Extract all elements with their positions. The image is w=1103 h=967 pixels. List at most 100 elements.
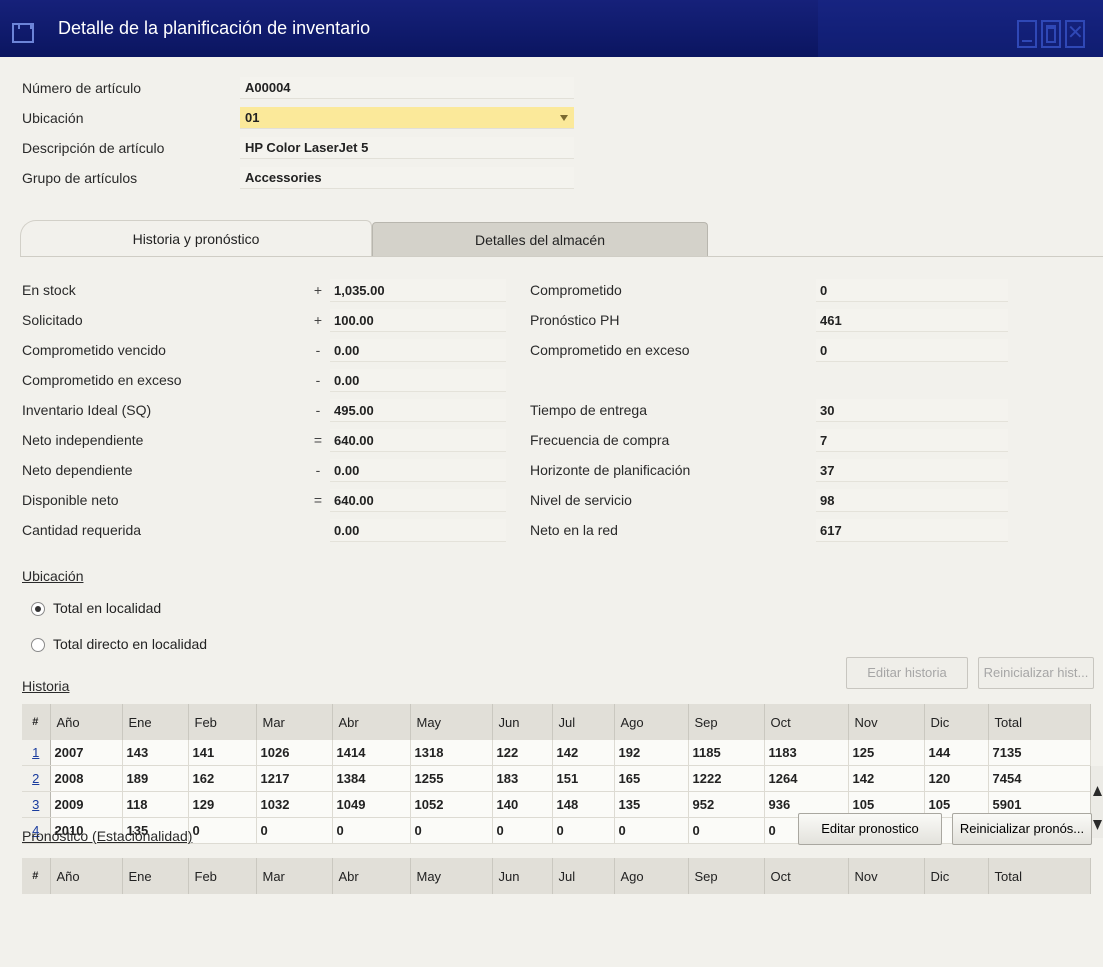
table-row[interactable]: 1 2007 143 141 1026 1414 1318 122 142 192 1185 1183… xyxy=(22,740,1091,766)
table-cell[interactable]: 129 xyxy=(188,791,257,818)
table-cell[interactable]: 142 xyxy=(552,740,615,766)
column-header[interactable]: Ago xyxy=(614,858,689,894)
table-cell[interactable]: 148 xyxy=(552,791,615,818)
column-header[interactable]: May xyxy=(410,858,493,894)
table-cell[interactable]: 1185 xyxy=(688,740,765,766)
table-cell[interactable]: 192 xyxy=(614,740,689,766)
reset-forecast-button[interactable]: Reinicializar pronós... xyxy=(952,813,1092,845)
column-header[interactable]: # xyxy=(22,858,51,894)
column-header[interactable]: Sep xyxy=(688,704,765,740)
row-number-button[interactable]: 3 xyxy=(22,791,51,818)
minimize-icon[interactable] xyxy=(1017,20,1037,48)
column-header[interactable]: Mar xyxy=(256,704,333,740)
table-cell[interactable]: 1032 xyxy=(256,791,333,818)
table-cell[interactable]: 2008 xyxy=(50,765,123,792)
table-cell[interactable]: 189 xyxy=(122,765,189,792)
table-cell[interactable]: 1217 xyxy=(256,765,333,792)
column-header[interactable]: Jun xyxy=(492,858,553,894)
table-cell[interactable]: 162 xyxy=(188,765,257,792)
column-header[interactable]: Jul xyxy=(552,858,615,894)
column-header[interactable]: Total xyxy=(988,704,1091,740)
column-header[interactable]: Dic xyxy=(924,704,989,740)
table-cell[interactable]: 1384 xyxy=(332,765,411,792)
column-header[interactable]: Oct xyxy=(764,704,849,740)
table-cell[interactable]: 183 xyxy=(492,765,553,792)
column-header[interactable]: Jul xyxy=(552,704,615,740)
column-header[interactable]: Ene xyxy=(122,858,189,894)
column-header[interactable]: Nov xyxy=(848,858,925,894)
tab-warehouse-details[interactable]: Detalles del almacén xyxy=(372,222,708,256)
table-cell[interactable]: 143 xyxy=(122,740,189,766)
table-cell[interactable]: 1222 xyxy=(688,765,765,792)
app-menu-icon[interactable] xyxy=(12,23,34,43)
row-number-button[interactable]: 2 xyxy=(22,765,51,792)
table-cell[interactable]: 0 xyxy=(492,817,553,844)
table-cell[interactable]: 135 xyxy=(614,791,689,818)
table-cell[interactable]: 122 xyxy=(492,740,553,766)
column-header[interactable]: Sep xyxy=(688,858,765,894)
table-cell[interactable]: 0 xyxy=(410,817,493,844)
column-header[interactable]: Ago xyxy=(614,704,689,740)
column-header[interactable]: Año xyxy=(50,704,123,740)
table-cell[interactable]: 0 xyxy=(614,817,689,844)
reset-history-button[interactable]: Reinicializar hist... xyxy=(978,657,1094,689)
maximize-icon[interactable] xyxy=(1041,20,1061,48)
scroll-down-icon[interactable] xyxy=(1093,820,1102,830)
column-header[interactable]: Mar xyxy=(256,858,333,894)
table-cell[interactable]: 120 xyxy=(924,765,989,792)
item-group-field[interactable]: Accessories xyxy=(240,167,574,189)
dropdown-arrow-icon[interactable] xyxy=(560,115,568,121)
column-header[interactable]: Nov xyxy=(848,704,925,740)
scroll-up-icon[interactable] xyxy=(1093,786,1102,796)
column-header[interactable]: Feb xyxy=(188,858,257,894)
table-cell[interactable]: 1264 xyxy=(764,765,849,792)
table-cell[interactable]: 1318 xyxy=(410,740,493,766)
table-cell[interactable]: 7135 xyxy=(988,740,1091,766)
column-header[interactable]: # xyxy=(22,704,51,740)
table-cell[interactable]: 1414 xyxy=(332,740,411,766)
table-cell[interactable]: 118 xyxy=(122,791,189,818)
column-header[interactable]: May xyxy=(410,704,493,740)
table-cell[interactable]: 142 xyxy=(848,765,925,792)
table-cell[interactable]: 2009 xyxy=(50,791,123,818)
column-header[interactable]: Feb xyxy=(188,704,257,740)
table-cell[interactable]: 0 xyxy=(332,817,411,844)
table-cell[interactable]: 1255 xyxy=(410,765,493,792)
column-header[interactable]: Ene xyxy=(122,704,189,740)
table-cell[interactable]: 7454 xyxy=(988,765,1091,792)
table-cell[interactable]: 141 xyxy=(188,740,257,766)
table-cell[interactable]: 0 xyxy=(552,817,615,844)
column-header[interactable]: Jun xyxy=(492,704,553,740)
tab-history-forecast[interactable]: Historia y pronóstico xyxy=(20,220,372,256)
table-cell[interactable]: 1026 xyxy=(256,740,333,766)
table-cell[interactable]: 1183 xyxy=(764,740,849,766)
table-cell[interactable]: 952 xyxy=(688,791,765,818)
table-cell[interactable]: 125 xyxy=(848,740,925,766)
edit-forecast-button[interactable]: Editar pronostico xyxy=(798,813,942,845)
radio-total-in-location[interactable] xyxy=(31,602,45,616)
location-dropdown[interactable]: 01 xyxy=(240,107,574,129)
column-header[interactable]: Oct xyxy=(764,858,849,894)
item-description-field[interactable]: HP Color LaserJet 5 xyxy=(240,137,574,159)
table-cell[interactable]: 1052 xyxy=(410,791,493,818)
column-header[interactable]: Total xyxy=(988,858,1091,894)
edit-history-button[interactable]: Editar historia xyxy=(846,657,968,689)
table-cell[interactable]: 0 xyxy=(688,817,765,844)
table-cell[interactable]: 0 xyxy=(188,817,257,844)
table-cell[interactable]: 1049 xyxy=(332,791,411,818)
table-cell[interactable]: 144 xyxy=(924,740,989,766)
table-cell[interactable]: 151 xyxy=(552,765,615,792)
column-header[interactable]: Año xyxy=(50,858,123,894)
row-number-button[interactable]: 1 xyxy=(22,740,51,766)
close-icon[interactable]: ✕ xyxy=(1065,20,1085,48)
table-cell[interactable]: 2007 xyxy=(50,740,123,766)
item-number-field[interactable]: A00004 xyxy=(240,77,574,99)
column-header[interactable]: Abr xyxy=(332,858,411,894)
table-cell[interactable]: 165 xyxy=(614,765,689,792)
table-row[interactable]: 2 2008 189 162 1217 1384 1255 183 151 165 1222 1264… xyxy=(22,765,1091,792)
column-header[interactable]: Dic xyxy=(924,858,989,894)
column-header[interactable]: Abr xyxy=(332,704,411,740)
table-cell[interactable]: 140 xyxy=(492,791,553,818)
radio-total-direct-in-location[interactable] xyxy=(31,638,45,652)
table-cell[interactable]: 0 xyxy=(256,817,333,844)
